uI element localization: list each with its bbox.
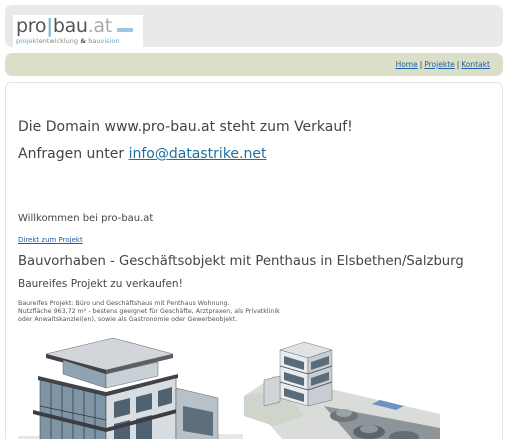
project-description: Baureifes Projekt: Büro und Geschäftshau…	[18, 300, 280, 324]
description-line: oder Anwaltskanzlei(en), sowie als Gastr…	[18, 316, 238, 323]
logo-tagline: projektentwicklung & bauvision	[16, 37, 120, 45]
building-render-image	[244, 341, 440, 439]
nav-separator: |	[456, 60, 460, 69]
building-render-image	[18, 337, 243, 439]
site-logo[interactable]: pro|bau.at projektentwicklung & bauvisio…	[13, 15, 143, 47]
welcome-heading: Willkommen bei pro-bau.at	[18, 213, 154, 224]
nav-kontakt-link[interactable]: Kontakt	[461, 60, 490, 69]
nav-projekte-link[interactable]: Projekte	[424, 60, 455, 69]
nav-home-link[interactable]: Home	[396, 60, 418, 69]
description-line: Baureifes Projekt: Büro und Geschäftshau…	[18, 300, 230, 307]
email-link[interactable]: info@datastrike.net	[129, 146, 267, 162]
logo-accent-bar	[117, 28, 133, 32]
main-content: Die Domain www.pro-bau.at steht zum Verk…	[5, 82, 503, 439]
top-nav: Home | Projekte | Kontakt	[396, 60, 490, 69]
domain-sale-notice: Die Domain www.pro-bau.at steht zum Verk…	[18, 119, 353, 135]
nav-bar: Home | Projekte | Kontakt	[5, 53, 503, 76]
project-title: Bauvorhaben - Geschäftsobjekt mit Pentha…	[18, 254, 464, 269]
nav-separator: |	[419, 60, 423, 69]
project-subtitle: Baureifes Projekt zu verkaufen!	[18, 278, 183, 290]
description-line: Nutzfläche 963,72 m² - bestens geeignet …	[18, 308, 280, 315]
contact-line: Anfragen unter info@datastrike.net	[18, 146, 266, 163]
contact-prefix: Anfragen unter	[18, 146, 129, 162]
logo-wordmark: pro|bau.at	[16, 15, 112, 37]
direct-project-link[interactable]: Direkt zum Projekt	[18, 236, 83, 244]
